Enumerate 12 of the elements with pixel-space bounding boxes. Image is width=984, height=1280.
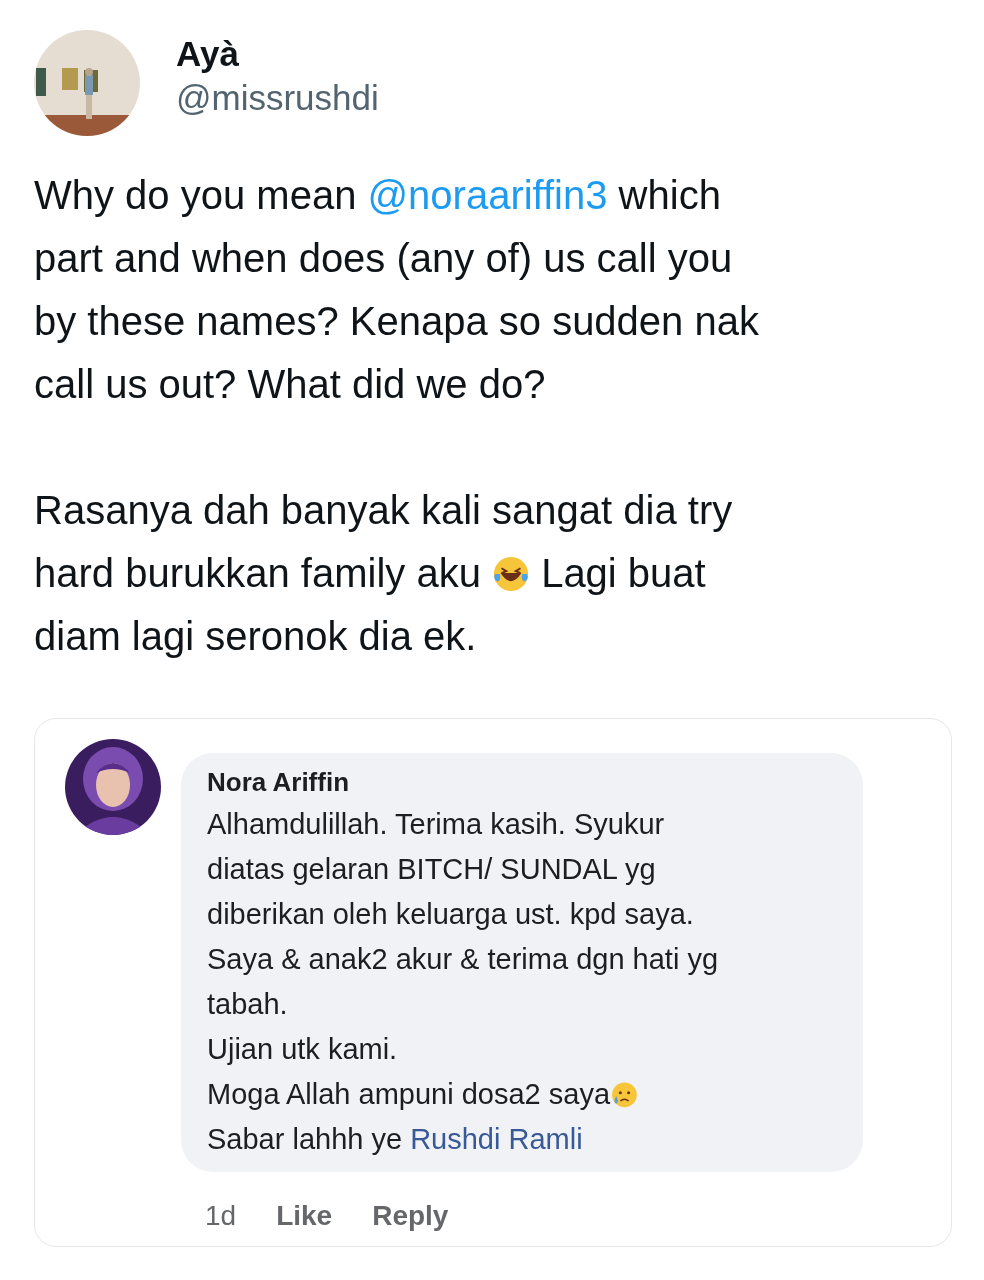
tweet-text: Rasanya dah banyak kali sangat dia try hard burukkan family aku Lagi buat diam lagi seronok dia ek. xyxy=(34,487,734,660)
commenter-name[interactable]: Nora Ariffin xyxy=(207,767,837,798)
tweet-text: Why do you mean @noraariffin3 which part and when does (any of) us call you by these names? Kenapa so sudden nak call us out? What did we do? xyxy=(34,172,760,408)
comment-text: Alhamdulillah. Terima kasih. Syukur diatas gelaran BITCH/ SUNDAL yg diberikan oleh keluarga ust. kpd saya. Saya & anak2 akur & terima dgn hati yg tabah. Ujian utk kami. Moga Allah ampuni dosa2 saya Sabar lahhh ye Rushdi Ramli xyxy=(207,807,719,1157)
profile-link[interactable]: Rushdi Ramli xyxy=(410,1123,583,1155)
display-name[interactable]: Ayà xyxy=(176,34,379,74)
username[interactable]: @missrushdi xyxy=(176,78,379,118)
crying-emoji-icon xyxy=(610,1080,638,1109)
comment-action-link[interactable]: Like xyxy=(276,1200,333,1232)
comment-action-link[interactable]: Reply xyxy=(372,1200,449,1232)
laughing-emoji-icon xyxy=(492,555,530,593)
comment-time: 1d xyxy=(205,1200,237,1232)
